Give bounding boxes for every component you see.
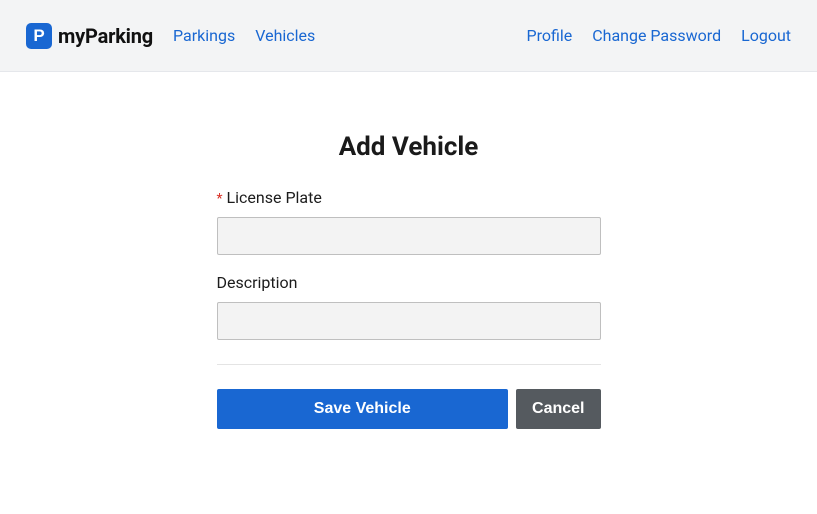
page-title: Add Vehicle xyxy=(339,132,479,162)
brand-logo-letter: P xyxy=(33,27,44,44)
license-plate-input[interactable] xyxy=(217,217,601,255)
label-row: * License Plate xyxy=(217,188,601,207)
save-vehicle-button[interactable]: Save Vehicle xyxy=(217,389,509,429)
nav-profile[interactable]: Profile xyxy=(526,26,572,45)
page: Add Vehicle * License Plate Description … xyxy=(0,72,817,469)
brand-name: myParking xyxy=(58,24,153,48)
nav-logout[interactable]: Logout xyxy=(741,26,791,45)
nav-left: P myParking Parkings Vehicles xyxy=(26,23,315,49)
description-input[interactable] xyxy=(217,302,601,340)
license-plate-label: License Plate xyxy=(227,188,322,207)
form-group-license-plate: * License Plate xyxy=(217,188,601,255)
label-row: Description xyxy=(217,273,601,292)
nav-right: Profile Change Password Logout xyxy=(526,26,791,45)
form-group-description: Description xyxy=(217,273,601,340)
add-vehicle-form: * License Plate Description Save Vehicle… xyxy=(217,188,601,429)
nav-parkings[interactable]: Parkings xyxy=(173,26,235,45)
description-label: Description xyxy=(217,273,298,292)
cancel-button[interactable]: Cancel xyxy=(516,389,600,429)
nav-vehicles[interactable]: Vehicles xyxy=(255,26,315,45)
form-divider xyxy=(217,364,601,365)
nav-change-password[interactable]: Change Password xyxy=(592,26,721,45)
required-mark: * xyxy=(217,192,223,206)
brand[interactable]: P myParking xyxy=(26,23,153,49)
brand-logo-icon: P xyxy=(26,23,52,49)
navbar: P myParking Parkings Vehicles Profile Ch… xyxy=(0,0,817,72)
button-row: Save Vehicle Cancel xyxy=(217,389,601,429)
